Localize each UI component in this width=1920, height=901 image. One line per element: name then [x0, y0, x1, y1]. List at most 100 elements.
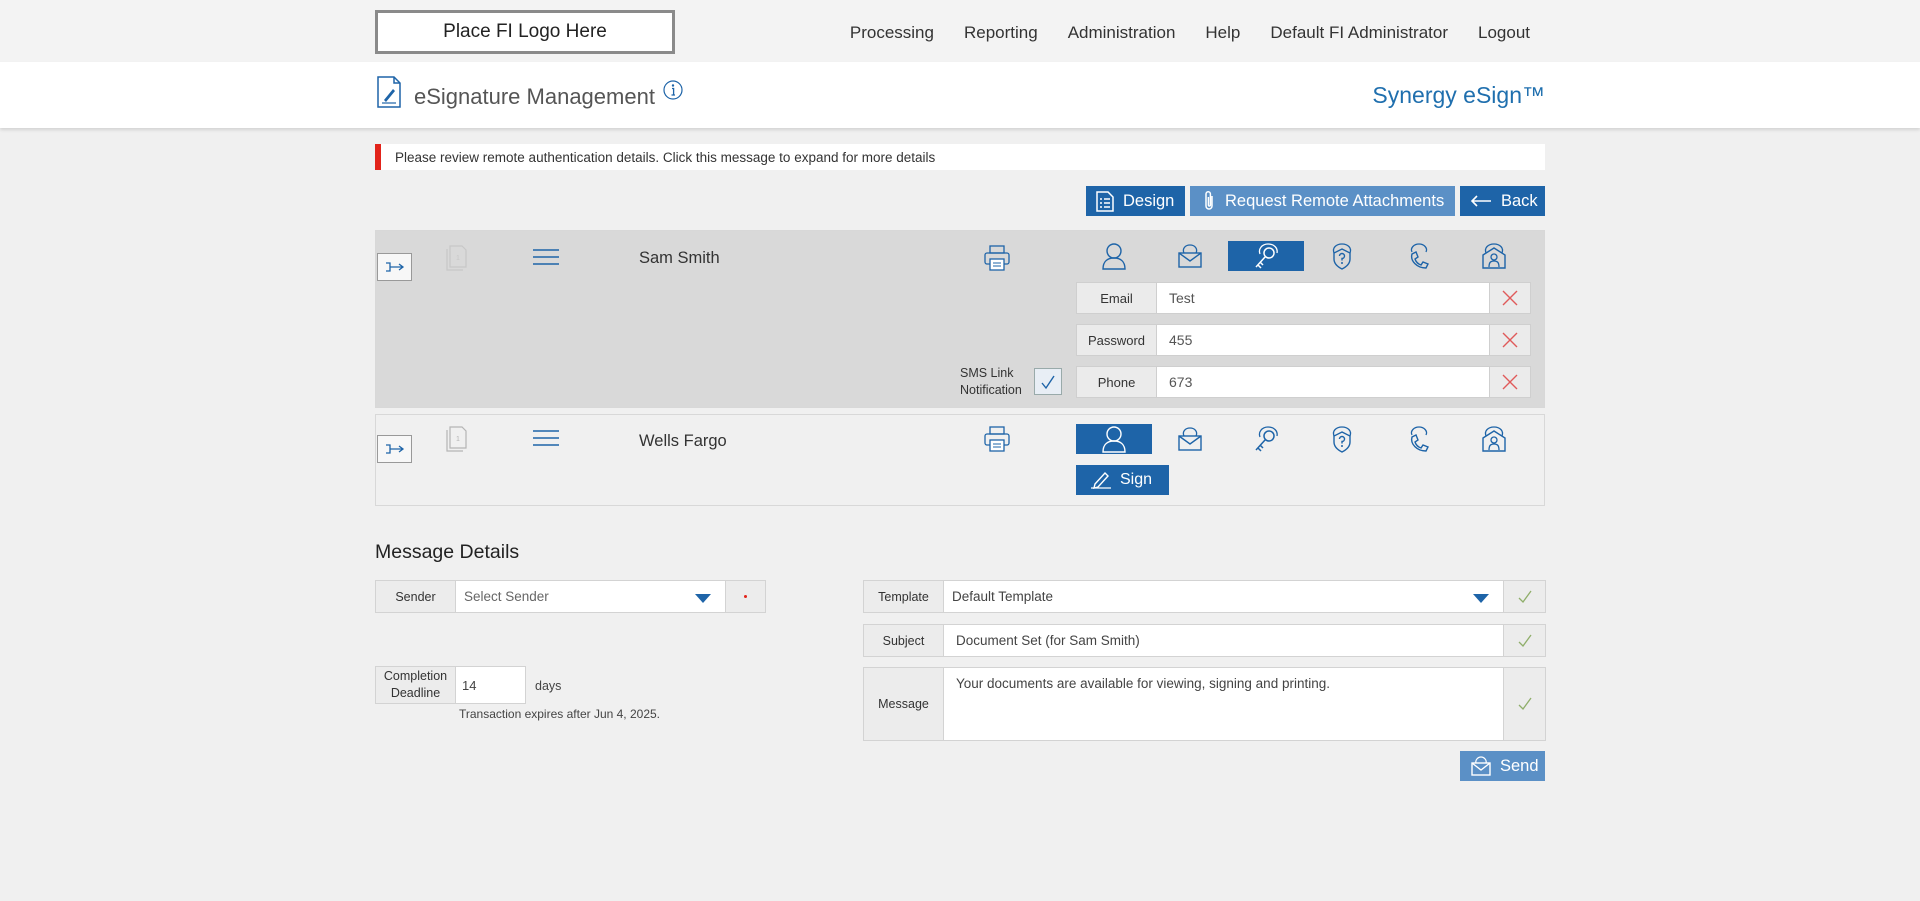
menu-icon[interactable] — [532, 430, 560, 453]
phone-icon[interactable] — [1380, 424, 1456, 454]
completion-deadline-input[interactable]: 14 — [456, 666, 526, 704]
document-count-icon: 1 — [446, 245, 468, 276]
template-row: Template Default Template — [863, 580, 1546, 613]
sender-row: Sender Select Sender — [375, 580, 766, 613]
message-valid-indicator — [1504, 667, 1546, 741]
mail-icon[interactable] — [1152, 241, 1228, 271]
checkmark-icon — [1041, 375, 1055, 389]
back-button[interactable]: Back — [1460, 186, 1545, 216]
signer-row: 1 Wells Fargo Sign — [375, 414, 1545, 506]
checkmark-icon — [1518, 634, 1532, 647]
info-icon[interactable] — [663, 80, 683, 100]
subject-valid-indicator — [1504, 624, 1546, 657]
clear-password-button[interactable] — [1490, 324, 1531, 356]
message-textarea[interactable]: Your documents are available for viewing… — [944, 667, 1504, 741]
phone-auth-row: Phone 673 — [1076, 366, 1531, 398]
sign-button[interactable]: Sign — [1076, 465, 1169, 495]
template-select[interactable]: Default Template — [944, 580, 1504, 613]
route-arrow-icon — [385, 262, 404, 272]
checkmark-icon — [1518, 590, 1532, 603]
design-button-label: Design — [1123, 191, 1175, 210]
main-nav: Processing Reporting Administration Help… — [850, 0, 1530, 66]
message-details-heading: Message Details — [375, 541, 520, 563]
product-brand: Synergy eSign™ — [1372, 82, 1545, 108]
menu-icon[interactable] — [532, 249, 560, 272]
email-auth-row: Email Test — [1076, 282, 1531, 314]
phone-field[interactable]: 673 — [1157, 366, 1490, 398]
close-icon — [1502, 290, 1518, 306]
email-label: Email — [1076, 282, 1157, 314]
chevron-down-icon — [695, 594, 711, 603]
design-document-icon — [1096, 190, 1114, 212]
remote-auth-alert[interactable]: Please review remote authentication deta… — [375, 144, 1545, 170]
arrow-left-icon — [1470, 195, 1491, 207]
printer-icon[interactable] — [983, 244, 1011, 277]
top-navigation-bar: Place FI Logo Here Processing Reporting … — [0, 0, 1920, 62]
message-row: Message Your documents are available for… — [863, 667, 1546, 741]
design-button[interactable]: Design — [1086, 186, 1185, 216]
clear-email-button[interactable] — [1490, 282, 1531, 314]
nav-user-account[interactable]: Default FI Administrator — [1270, 23, 1448, 43]
transaction-expiry-text: Transaction expires after Jun 4, 2025. — [459, 707, 660, 721]
nav-reporting[interactable]: Reporting — [964, 23, 1038, 43]
chevron-down-icon — [1473, 594, 1489, 603]
send-button[interactable]: Send — [1460, 751, 1545, 781]
signer-row: 1 Sam Smith Email Test Password 455 Phon… — [375, 230, 1545, 408]
clear-phone-button[interactable] — [1490, 366, 1531, 398]
template-valid-indicator — [1504, 580, 1546, 613]
question-shield-icon[interactable] — [1304, 241, 1380, 271]
password-field[interactable]: 455 — [1157, 324, 1490, 356]
close-icon — [1502, 374, 1518, 390]
days-label: days — [535, 679, 562, 693]
nav-processing[interactable]: Processing — [850, 23, 934, 43]
signer-name: Wells Fargo — [639, 432, 727, 450]
password-auth-row: Password 455 — [1076, 324, 1531, 356]
subject-label: Subject — [863, 624, 944, 657]
key-icon[interactable] — [1228, 424, 1304, 454]
key-icon[interactable] — [1228, 241, 1304, 271]
auth-method-selector — [1076, 424, 1532, 454]
fi-logo-placeholder[interactable]: Place FI Logo Here — [375, 10, 675, 54]
sender-label: Sender — [375, 580, 456, 613]
close-icon — [1502, 332, 1518, 348]
id-house-icon[interactable] — [1456, 241, 1532, 271]
signature-document-icon — [376, 76, 402, 108]
paperclip-icon — [1205, 191, 1213, 210]
mail-icon[interactable] — [1152, 424, 1228, 454]
subject-row: Subject Document Set (for Sam Smith) — [863, 624, 1546, 657]
nav-administration[interactable]: Administration — [1068, 23, 1176, 43]
sender-select[interactable]: Select Sender — [456, 580, 726, 613]
question-shield-icon[interactable] — [1304, 424, 1380, 454]
completion-deadline-row: Completion Deadline 14 — [375, 666, 526, 704]
phone-label: Phone — [1076, 366, 1157, 398]
sender-required-indicator — [726, 580, 766, 613]
checkmark-icon — [1518, 697, 1532, 710]
svg-text:1: 1 — [456, 436, 460, 443]
person-icon[interactable] — [1076, 424, 1152, 454]
request-remote-attachments-button[interactable]: Request Remote Attachments — [1190, 186, 1455, 216]
request-remote-attachments-label: Request Remote Attachments — [1225, 191, 1445, 210]
back-button-label: Back — [1501, 191, 1538, 210]
sign-button-label: Sign — [1120, 471, 1153, 488]
signer-routing-button[interactable] — [377, 253, 412, 281]
template-label: Template — [863, 580, 944, 613]
sms-link-notification-checkbox[interactable] — [1034, 368, 1062, 395]
printer-icon[interactable] — [983, 425, 1011, 458]
page-header: eSignature Management Synergy eSign™ — [0, 62, 1920, 128]
nav-logout[interactable]: Logout — [1478, 23, 1530, 43]
completion-deadline-label: Completion Deadline — [375, 666, 456, 704]
auth-method-selector — [1076, 241, 1532, 271]
email-field[interactable]: Test — [1157, 282, 1490, 314]
signer-routing-button[interactable] — [377, 435, 412, 463]
nav-help[interactable]: Help — [1205, 23, 1240, 43]
page-title: eSignature Management — [414, 84, 655, 109]
mail-icon — [1471, 756, 1491, 776]
person-icon[interactable] — [1076, 241, 1152, 271]
id-house-icon[interactable] — [1456, 424, 1532, 454]
signer-name: Sam Smith — [639, 249, 720, 267]
subject-field[interactable]: Document Set (for Sam Smith) — [944, 624, 1504, 657]
send-button-label: Send — [1500, 756, 1539, 775]
password-label: Password — [1076, 324, 1157, 356]
sms-link-notification-label: SMS Link Notification — [960, 366, 1022, 397]
phone-icon[interactable] — [1380, 241, 1456, 271]
